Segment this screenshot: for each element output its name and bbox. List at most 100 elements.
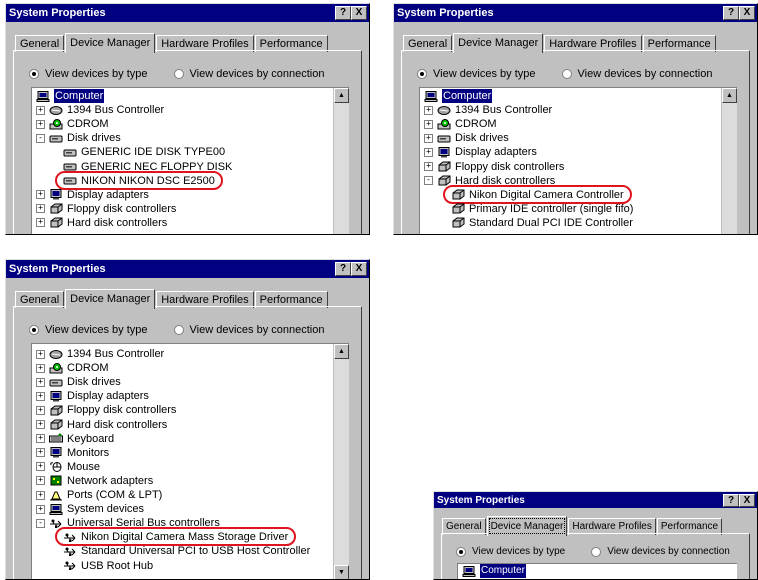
expand-toggle[interactable]: + xyxy=(36,420,45,429)
tree-item-category[interactable]: + Display adapters xyxy=(424,145,537,159)
tree-item-category[interactable]: + Disk drives xyxy=(424,131,509,145)
tree-item-label: Hard disk controllers xyxy=(67,216,168,229)
expand-toggle[interactable]: + xyxy=(36,434,45,444)
tree-item-category[interactable]: + Hard disk controllers xyxy=(36,216,167,230)
collapse-toggle[interactable]: - xyxy=(36,133,45,143)
title-bar[interactable]: System Properties ? X xyxy=(394,4,757,22)
expand-toggle[interactable]: + xyxy=(36,490,45,500)
tree-item-root[interactable]: Computer xyxy=(424,89,493,103)
help-button[interactable]: ? xyxy=(335,262,351,276)
help-button[interactable]: ? xyxy=(723,6,739,20)
title-bar[interactable]: System Properties ? X xyxy=(6,4,369,22)
tree-item-device[interactable]: USB Root Hub xyxy=(63,559,153,573)
controller-icon xyxy=(49,203,63,214)
device-tree[interactable]: ▲ Computer +1394 Bus Controller + CDROM - Dis… xyxy=(31,87,349,234)
tree-item-category[interactable]: +1394 Bus Controller xyxy=(36,347,164,361)
expand-toggle[interactable]: + xyxy=(36,349,45,359)
expand-toggle[interactable]: + xyxy=(424,105,433,115)
device-tree[interactable]: ▲ ▼ +1394 Bus Controller + CDROM + Disk driv… xyxy=(31,343,349,579)
scroll-up-button[interactable]: ▲ xyxy=(334,88,349,103)
tree-item-device[interactable]: Primary IDE controller (single fifo) xyxy=(451,202,633,216)
close-button[interactable]: X xyxy=(739,493,755,507)
tree-item-category[interactable]: + Monitors xyxy=(36,446,109,460)
tree-item-category[interactable]: +1394 Bus Controller xyxy=(424,103,552,117)
device-tree[interactable]: Computer xyxy=(457,563,737,579)
expand-toggle[interactable]: + xyxy=(36,218,45,228)
scroll-up-button[interactable]: ▲ xyxy=(334,344,349,359)
view-by-type-radio[interactable]: View devices by type xyxy=(29,324,148,336)
view-by-type-radio[interactable]: View devices by type xyxy=(417,68,536,80)
vertical-scrollbar[interactable]: ▲ xyxy=(721,88,737,234)
close-button[interactable]: X xyxy=(351,262,367,276)
tree-item-device[interactable]: Standard Universal PCI to USB Host Contr… xyxy=(63,544,310,558)
vertical-scrollbar[interactable]: ▲ xyxy=(333,88,349,234)
title-bar[interactable]: System Properties ? X xyxy=(434,492,757,508)
scroll-down-button[interactable]: ▼ xyxy=(334,565,349,579)
expand-toggle[interactable]: + xyxy=(424,133,433,143)
scroll-up-button[interactable]: ▲ xyxy=(722,88,737,103)
tree-item-category[interactable]: + Ports (COM & LPT) xyxy=(36,488,162,502)
tree-item-device[interactable]: GENERIC IDE DISK TYPE00 xyxy=(63,145,225,159)
help-button[interactable]: ? xyxy=(335,6,351,20)
device-tree[interactable]: ▲ Computer +1394 Bus Controller + CDROM + Dis… xyxy=(419,87,737,234)
expand-toggle[interactable]: + xyxy=(36,448,45,458)
expand-toggle[interactable]: + xyxy=(36,204,45,214)
view-by-connection-radio[interactable]: View devices by connection xyxy=(561,68,712,80)
close-button[interactable]: X xyxy=(351,6,367,20)
tab-device-manager[interactable]: Device Manager xyxy=(65,289,156,309)
tree-item-category[interactable]: + Floppy disk controllers xyxy=(36,403,176,417)
computer-icon xyxy=(424,90,438,102)
tree-item-category[interactable]: + Keyboard xyxy=(36,432,114,446)
system-properties-window-2: System Properties ? X General Device Man… xyxy=(393,3,758,235)
tree-item-category[interactable]: +1394 Bus Controller xyxy=(36,103,164,117)
tree-item-root[interactable]: Computer xyxy=(462,564,526,578)
expand-toggle[interactable]: + xyxy=(36,119,45,129)
expand-toggle[interactable]: + xyxy=(36,476,45,486)
tab-device-manager[interactable]: Device Manager xyxy=(453,33,544,53)
window-title: System Properties xyxy=(397,7,494,19)
tree-item-category[interactable]: + Disk drives xyxy=(36,375,121,389)
view-by-connection-radio[interactable]: View devices by connection xyxy=(591,546,730,557)
expand-toggle[interactable]: + xyxy=(36,377,45,387)
tree-item-device[interactable]: Standard Dual PCI IDE Controller xyxy=(451,216,633,230)
tree-item-label: 1394 Bus Controller xyxy=(67,104,165,117)
tree-item-category[interactable]: + Mouse xyxy=(36,460,100,474)
collapse-toggle[interactable]: - xyxy=(36,518,45,528)
tree-item-category[interactable]: + CDROM xyxy=(424,117,497,131)
tree-item-root[interactable]: Computer xyxy=(36,89,105,103)
tree-item-category[interactable]: + Display adapters xyxy=(36,389,149,403)
title-bar[interactable]: System Properties ? X xyxy=(6,260,369,278)
view-by-type-radio[interactable]: View devices by type xyxy=(29,68,148,80)
tab-device-manager[interactable]: Device Manager xyxy=(486,516,568,536)
expand-toggle[interactable]: + xyxy=(36,504,45,514)
view-by-type-radio[interactable]: View devices by type xyxy=(456,546,565,557)
expand-toggle[interactable]: + xyxy=(36,405,45,415)
tree-item-category[interactable]: + CDROM xyxy=(36,117,109,131)
tree-item-category[interactable]: + CDROM xyxy=(36,361,109,375)
expand-toggle[interactable]: + xyxy=(424,119,433,129)
tree-item-category[interactable]: - Disk drives xyxy=(36,131,121,145)
window-title: System Properties xyxy=(9,263,106,275)
expand-toggle[interactable]: + xyxy=(36,391,45,401)
expand-toggle[interactable]: + xyxy=(36,363,45,373)
tree-item-category[interactable]: + System devices xyxy=(36,502,144,516)
collapse-toggle[interactable]: - xyxy=(424,176,433,186)
expand-toggle[interactable]: + xyxy=(36,462,45,472)
expand-toggle[interactable]: + xyxy=(36,105,45,115)
close-button[interactable]: X xyxy=(739,6,755,20)
view-by-connection-radio[interactable]: View devices by connection xyxy=(173,324,324,336)
expand-toggle[interactable]: + xyxy=(424,162,433,171)
vertical-scrollbar[interactable]: ▲ ▼ xyxy=(333,344,349,579)
tree-item-category[interactable]: + Display adapters xyxy=(36,188,149,202)
tree-item-label: System devices xyxy=(67,503,145,516)
help-button[interactable]: ? xyxy=(723,493,739,507)
view-by-connection-radio[interactable]: View devices by connection xyxy=(173,68,324,80)
expand-toggle[interactable]: + xyxy=(424,147,433,157)
expand-toggle[interactable]: + xyxy=(36,190,45,200)
tree-item-category[interactable]: + Network adapters xyxy=(36,474,153,488)
radio-dot-selected xyxy=(417,69,427,79)
tree-item-category[interactable]: + Hard disk controllers xyxy=(36,418,167,432)
tree-item-category[interactable]: + Floppy disk controllers xyxy=(424,160,564,174)
tree-item-category[interactable]: + Floppy disk controllers xyxy=(36,202,176,216)
tab-device-manager[interactable]: Device Manager xyxy=(65,33,156,53)
